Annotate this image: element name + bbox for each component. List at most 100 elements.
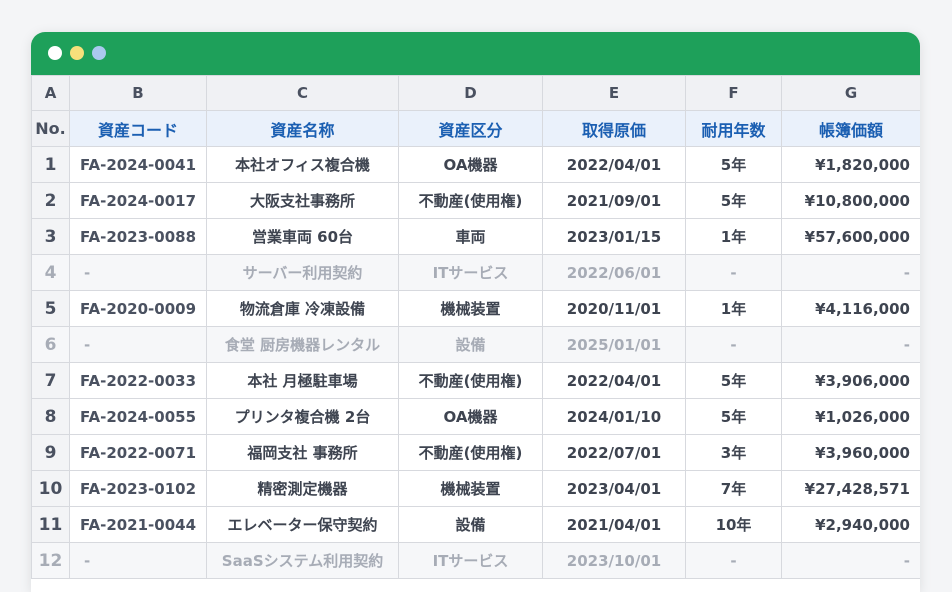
acquisition-date-cell[interactable]: 2020/11/01 <box>542 290 686 327</box>
header-useful-life[interactable]: 耐用年数 <box>685 110 782 147</box>
asset-code-cell[interactable]: FA-2024-0041 <box>69 146 207 183</box>
useful-life-cell[interactable]: 1年 <box>685 218 782 255</box>
book-value-cell[interactable]: ¥1,026,000 <box>781 398 920 435</box>
acquisition-date-cell[interactable]: 2021/09/01 <box>542 182 686 219</box>
column-letter[interactable]: E <box>542 75 686 111</box>
book-value-cell[interactable]: ¥3,960,000 <box>781 434 920 471</box>
header-book-value[interactable]: 帳簿価額 <box>781 110 920 147</box>
useful-life-cell[interactable]: - <box>685 542 782 579</box>
row-number[interactable]: 7 <box>31 362 70 399</box>
asset-category-cell[interactable]: 機械装置 <box>398 470 543 507</box>
acquisition-date-cell[interactable]: 2022/06/01 <box>542 254 686 291</box>
row-number[interactable]: 9 <box>31 434 70 471</box>
header-asset-name[interactable]: 資産名称 <box>206 110 399 147</box>
row-number[interactable]: 4 <box>31 254 70 291</box>
column-letter[interactable]: G <box>781 75 920 111</box>
row-number[interactable]: 10 <box>31 470 70 507</box>
asset-name-cell[interactable]: 食堂 厨房機器レンタル <box>206 326 399 363</box>
asset-name-cell[interactable]: 物流倉庫 冷凍設備 <box>206 290 399 327</box>
asset-name-cell[interactable]: 本社 月極駐車場 <box>206 362 399 399</box>
column-letter[interactable]: C <box>206 75 399 111</box>
column-letter[interactable]: D <box>398 75 543 111</box>
book-value-cell[interactable]: ¥10,800,000 <box>781 182 920 219</box>
asset-category-cell[interactable]: ITサービス <box>398 254 543 291</box>
useful-life-cell[interactable]: 5年 <box>685 362 782 399</box>
asset-category-cell[interactable]: OA機器 <box>398 398 543 435</box>
acquisition-date-cell[interactable]: 2023/04/01 <box>542 470 686 507</box>
column-letter[interactable]: B <box>69 75 207 111</box>
row-number[interactable]: 1 <box>31 146 70 183</box>
asset-code-cell[interactable]: FA-2023-0102 <box>69 470 207 507</box>
row-number[interactable]: 12 <box>31 542 70 579</box>
asset-code-cell[interactable]: FA-2022-0033 <box>69 362 207 399</box>
row-number[interactable]: 3 <box>31 218 70 255</box>
acquisition-date-cell[interactable]: 2022/04/01 <box>542 362 686 399</box>
asset-code-cell[interactable]: - <box>69 254 207 291</box>
book-value-cell[interactable]: ¥3,906,000 <box>781 362 920 399</box>
asset-name-cell[interactable]: SaaSシステム利用契約 <box>206 542 399 579</box>
book-value-cell[interactable]: ¥1,820,000 <box>781 146 920 183</box>
asset-name-cell[interactable]: 大阪支社事務所 <box>206 182 399 219</box>
book-value-cell[interactable]: - <box>781 326 920 363</box>
row-number[interactable]: 5 <box>31 290 70 327</box>
header-asset-category[interactable]: 資産区分 <box>398 110 543 147</box>
useful-life-cell[interactable]: - <box>685 254 782 291</box>
maximize-dot[interactable] <box>92 46 106 60</box>
asset-category-cell[interactable]: OA機器 <box>398 146 543 183</box>
row-number[interactable]: 6 <box>31 326 70 363</box>
header-no[interactable]: No. <box>31 110 70 147</box>
asset-category-cell[interactable]: 機械装置 <box>398 290 543 327</box>
asset-category-cell[interactable]: 不動産(使用権) <box>398 434 543 471</box>
row-number[interactable]: 2 <box>31 182 70 219</box>
asset-code-cell[interactable]: FA-2024-0017 <box>69 182 207 219</box>
acquisition-date-cell[interactable]: 2024/01/10 <box>542 398 686 435</box>
useful-life-cell[interactable]: 1年 <box>685 290 782 327</box>
asset-name-cell[interactable]: 本社オフィス複合機 <box>206 146 399 183</box>
useful-life-cell[interactable]: 7年 <box>685 470 782 507</box>
acquisition-date-cell[interactable]: 2021/04/01 <box>542 506 686 543</box>
book-value-cell[interactable]: ¥2,940,000 <box>781 506 920 543</box>
asset-name-cell[interactable]: 営業車両 60台 <box>206 218 399 255</box>
book-value-cell[interactable]: - <box>781 542 920 579</box>
acquisition-date-cell[interactable]: 2023/10/01 <box>542 542 686 579</box>
useful-life-cell[interactable]: 10年 <box>685 506 782 543</box>
acquisition-date-cell[interactable]: 2022/04/01 <box>542 146 686 183</box>
close-dot[interactable] <box>48 46 62 60</box>
header-asset-code[interactable]: 資産コード <box>69 110 207 147</box>
useful-life-cell[interactable]: - <box>685 326 782 363</box>
book-value-cell[interactable]: ¥27,428,571 <box>781 470 920 507</box>
useful-life-cell[interactable]: 5年 <box>685 182 782 219</box>
asset-code-cell[interactable]: - <box>69 326 207 363</box>
asset-category-cell[interactable]: 不動産(使用権) <box>398 362 543 399</box>
minimize-dot[interactable] <box>70 46 84 60</box>
header-acquisition-cost[interactable]: 取得原価 <box>542 110 686 147</box>
asset-code-cell[interactable]: FA-2022-0071 <box>69 434 207 471</box>
asset-code-cell[interactable]: - <box>69 542 207 579</box>
asset-name-cell[interactable]: サーバー利用契約 <box>206 254 399 291</box>
acquisition-date-cell[interactable]: 2025/01/01 <box>542 326 686 363</box>
column-letter[interactable]: A <box>31 75 70 111</box>
asset-name-cell[interactable]: プリンタ複合機 2台 <box>206 398 399 435</box>
asset-code-cell[interactable]: FA-2021-0044 <box>69 506 207 543</box>
row-number[interactable]: 11 <box>31 506 70 543</box>
book-value-cell[interactable]: - <box>781 254 920 291</box>
asset-category-cell[interactable]: 設備 <box>398 326 543 363</box>
asset-code-cell[interactable]: FA-2020-0009 <box>69 290 207 327</box>
acquisition-date-cell[interactable]: 2022/07/01 <box>542 434 686 471</box>
book-value-cell[interactable]: ¥57,600,000 <box>781 218 920 255</box>
row-number[interactable]: 8 <box>31 398 70 435</box>
column-letter[interactable]: F <box>685 75 782 111</box>
acquisition-date-cell[interactable]: 2023/01/15 <box>542 218 686 255</box>
useful-life-cell[interactable]: 3年 <box>685 434 782 471</box>
asset-category-cell[interactable]: ITサービス <box>398 542 543 579</box>
useful-life-cell[interactable]: 5年 <box>685 398 782 435</box>
book-value-cell[interactable]: ¥4,116,000 <box>781 290 920 327</box>
useful-life-cell[interactable]: 5年 <box>685 146 782 183</box>
asset-name-cell[interactable]: エレベーター保守契約 <box>206 506 399 543</box>
asset-code-cell[interactable]: FA-2024-0055 <box>69 398 207 435</box>
asset-category-cell[interactable]: 車両 <box>398 218 543 255</box>
asset-category-cell[interactable]: 不動産(使用権) <box>398 182 543 219</box>
asset-category-cell[interactable]: 設備 <box>398 506 543 543</box>
asset-name-cell[interactable]: 福岡支社 事務所 <box>206 434 399 471</box>
asset-code-cell[interactable]: FA-2023-0088 <box>69 218 207 255</box>
